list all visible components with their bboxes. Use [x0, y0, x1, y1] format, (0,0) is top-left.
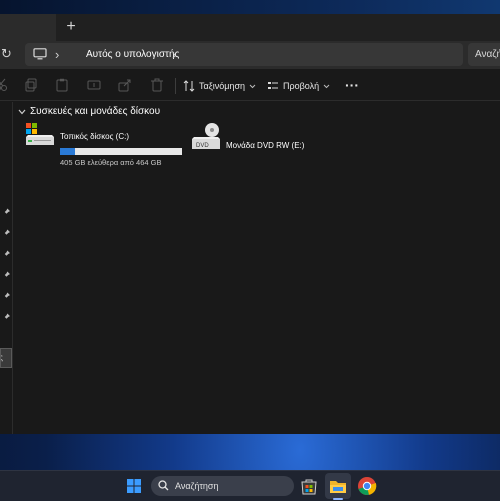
- chevron-down-icon: [18, 109, 26, 114]
- pin-icon[interactable]: [3, 313, 10, 321]
- search-placeholder: Αναζήτηση: [475, 49, 500, 60]
- cut-icon[interactable]: [0, 78, 8, 92]
- group-title: Συσκευές και μονάδες δίσκου: [30, 106, 161, 117]
- dvd-drive-icon: DVD: [192, 123, 220, 149]
- desktop-wallpaper-top: [0, 0, 500, 14]
- drive-c-free-space: 405 GB ελεύθερα από 464 GB: [60, 158, 162, 167]
- address-bar-row: ↻ › Αυτός ο υπολογιστής › Αναζήτηση: [0, 41, 500, 69]
- sort-label: Ταξινόμηση: [199, 81, 245, 91]
- tab-this-pc[interactable]: [0, 14, 56, 41]
- paste-icon[interactable]: [55, 78, 69, 92]
- pin-icon[interactable]: [3, 292, 10, 300]
- file-explorer-window: + ↻ › Αυτός ο υπολογιστής › Αναζήτηση: [0, 14, 500, 434]
- sort-icon: [183, 80, 195, 92]
- taskbar-search[interactable]: Αναζήτηση: [151, 476, 294, 496]
- drive-e[interactable]: DVD Μονάδα DVD RW (E:): [192, 121, 332, 161]
- delete-icon[interactable]: [150, 78, 164, 92]
- start-icon[interactable]: [127, 479, 141, 493]
- toolbar-separator: [175, 78, 176, 94]
- store-icon[interactable]: [299, 476, 319, 496]
- tab-strip: +: [0, 14, 500, 41]
- view-button[interactable]: Προβολή: [267, 76, 330, 96]
- navigation-pane: ς: [0, 102, 13, 434]
- file-explorer-icon[interactable]: [328, 476, 348, 496]
- dvd-icon-label: DVD: [196, 143, 209, 149]
- refresh-icon[interactable]: ↻: [1, 46, 15, 62]
- pin-icon[interactable]: [3, 271, 10, 279]
- drive-e-name: Μονάδα DVD RW (E:): [226, 141, 305, 150]
- nav-item-selected[interactable]: ς: [0, 348, 12, 368]
- pin-icon[interactable]: [3, 250, 10, 258]
- pin-icon[interactable]: [3, 229, 10, 237]
- chevron-down-icon: [249, 84, 256, 88]
- search-icon: [158, 480, 169, 491]
- view-icon: [268, 82, 278, 89]
- taskbar: Αναζήτηση: [0, 470, 500, 501]
- drive-c-capacity-fill: [60, 148, 76, 155]
- share-icon[interactable]: [118, 78, 132, 92]
- chevron-down-icon: [323, 84, 330, 88]
- sort-button[interactable]: Ταξινόμηση: [183, 76, 256, 96]
- new-tab-button[interactable]: +: [62, 17, 80, 37]
- command-bar: Ταξινόμηση Προβολή ···: [0, 72, 500, 101]
- chrome-icon[interactable]: [357, 476, 377, 496]
- pin-icon[interactable]: [3, 208, 10, 216]
- drive-c-name: Τοπικός δίσκος (C:): [60, 132, 129, 141]
- rename-icon[interactable]: [87, 78, 101, 92]
- computer-icon: [33, 48, 47, 60]
- devices-group-header[interactable]: Συσκευές και μονάδες δίσκου: [18, 106, 160, 117]
- address-bar[interactable]: › Αυτός ο υπολογιστής ›: [25, 43, 463, 66]
- breadcrumb-separator[interactable]: ›: [55, 46, 59, 63]
- taskbar-search-placeholder: Αναζήτηση: [175, 481, 219, 491]
- copy-icon[interactable]: [24, 78, 38, 92]
- hard-drive-icon: [26, 123, 54, 145]
- more-options-button[interactable]: ···: [344, 76, 360, 96]
- drive-c-capacity-bar: [60, 148, 182, 155]
- drive-c[interactable]: Τοπικός δίσκος (C:) 405 GB ελεύθερα από …: [24, 121, 189, 167]
- search-input[interactable]: Αναζήτηση: [468, 43, 500, 66]
- view-label: Προβολή: [283, 81, 320, 91]
- breadcrumb-separator-end[interactable]: ›: [172, 46, 176, 63]
- breadcrumb-this-pc[interactable]: Αυτός ο υπολογιστής: [86, 48, 179, 61]
